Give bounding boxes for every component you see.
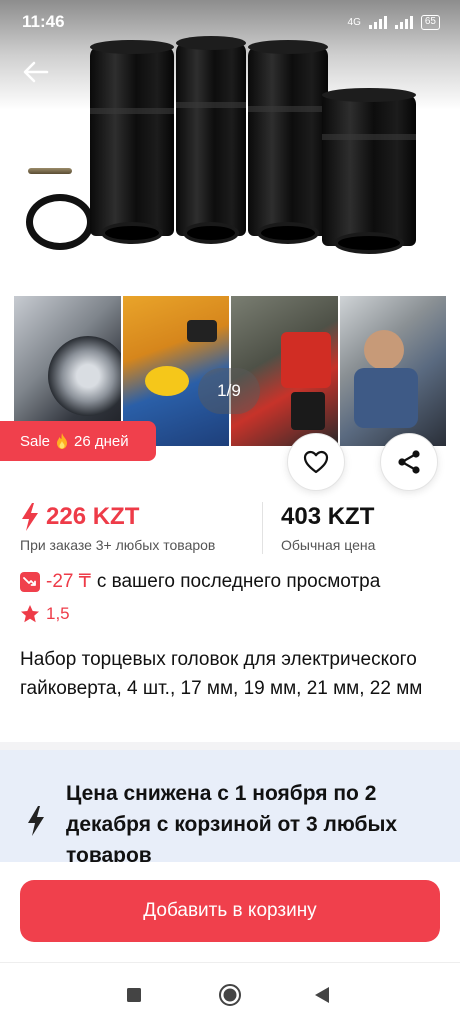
circle-icon bbox=[219, 984, 241, 1006]
battery-icon: 65 bbox=[420, 14, 440, 30]
system-icons: 4G 65 bbox=[347, 14, 440, 30]
signal-icon-2 bbox=[394, 15, 413, 29]
sale-badge: Sale 26 дней bbox=[0, 421, 156, 461]
network-type: 4G bbox=[347, 16, 361, 28]
price-divider bbox=[262, 502, 263, 554]
signal-icon bbox=[368, 15, 387, 29]
price-block: 226 KZT При заказе 3+ любых товаров 403 … bbox=[20, 502, 440, 554]
o-ring bbox=[26, 194, 94, 250]
heart-icon bbox=[303, 450, 329, 474]
gallery-counter: 1/9 bbox=[198, 368, 260, 414]
arrow-left-icon bbox=[23, 61, 49, 83]
system-navigation-bar bbox=[0, 962, 460, 1024]
section-divider bbox=[0, 742, 460, 750]
promo-banner[interactable]: Цена снижена с 1 ноября по 2 декабря с к… bbox=[0, 750, 460, 862]
sale-label: Sale bbox=[20, 432, 51, 450]
add-to-cart-button[interactable]: Добавить в корзину bbox=[20, 880, 440, 942]
promo-text: Цена снижена с 1 ноября по 2 декабря с к… bbox=[66, 782, 398, 862]
regular-price: 403 KZT bbox=[281, 503, 375, 530]
status-time: 11:46 bbox=[22, 12, 65, 31]
rating-value: 1,5 bbox=[46, 604, 70, 623]
bulk-price: 226 KZT bbox=[46, 503, 140, 530]
socket-21mm bbox=[248, 40, 328, 244]
share-icon bbox=[398, 450, 420, 474]
back-nav-button[interactable] bbox=[304, 977, 340, 1013]
triangle-left-icon bbox=[315, 987, 329, 1003]
lightning-icon bbox=[22, 503, 38, 531]
lightning-icon bbox=[28, 806, 44, 836]
share-button[interactable] bbox=[380, 433, 438, 491]
sale-days: 26 дней bbox=[74, 432, 129, 450]
regular-price-section: 403 KZT Обычная цена bbox=[281, 502, 375, 554]
socket-17mm bbox=[90, 40, 174, 244]
price-drop-row: -27 ₸ с вашего последнего просмотра bbox=[20, 570, 380, 593]
thumbnail-4[interactable] bbox=[339, 296, 446, 446]
price-drop-text: с вашего последнего просмотра bbox=[96, 570, 381, 592]
socket-22mm bbox=[322, 88, 416, 254]
bottom-action-bar: Добавить в корзину bbox=[0, 862, 460, 962]
favorite-button[interactable] bbox=[287, 433, 345, 491]
socket-19mm bbox=[176, 36, 246, 244]
square-icon bbox=[127, 988, 141, 1002]
rating-row[interactable]: 1,5 bbox=[20, 604, 70, 624]
home-button[interactable] bbox=[212, 977, 248, 1013]
bulk-price-note: При заказе 3+ любых товаров bbox=[20, 537, 216, 553]
bulk-price-section: 226 KZT При заказе 3+ любых товаров bbox=[20, 502, 262, 554]
fire-icon bbox=[57, 433, 68, 449]
regular-price-note: Обычная цена bbox=[281, 537, 376, 553]
status-bar: 11:46 4G 65 bbox=[0, 0, 460, 44]
price-drop-value: -27 ₸ bbox=[46, 571, 91, 592]
recents-button[interactable] bbox=[116, 977, 152, 1013]
retaining-pin bbox=[28, 168, 72, 174]
back-button[interactable] bbox=[16, 54, 56, 90]
trend-down-icon bbox=[20, 571, 40, 592]
product-title: Набор торцевых головок для электрическог… bbox=[20, 649, 423, 699]
star-icon bbox=[21, 605, 39, 623]
